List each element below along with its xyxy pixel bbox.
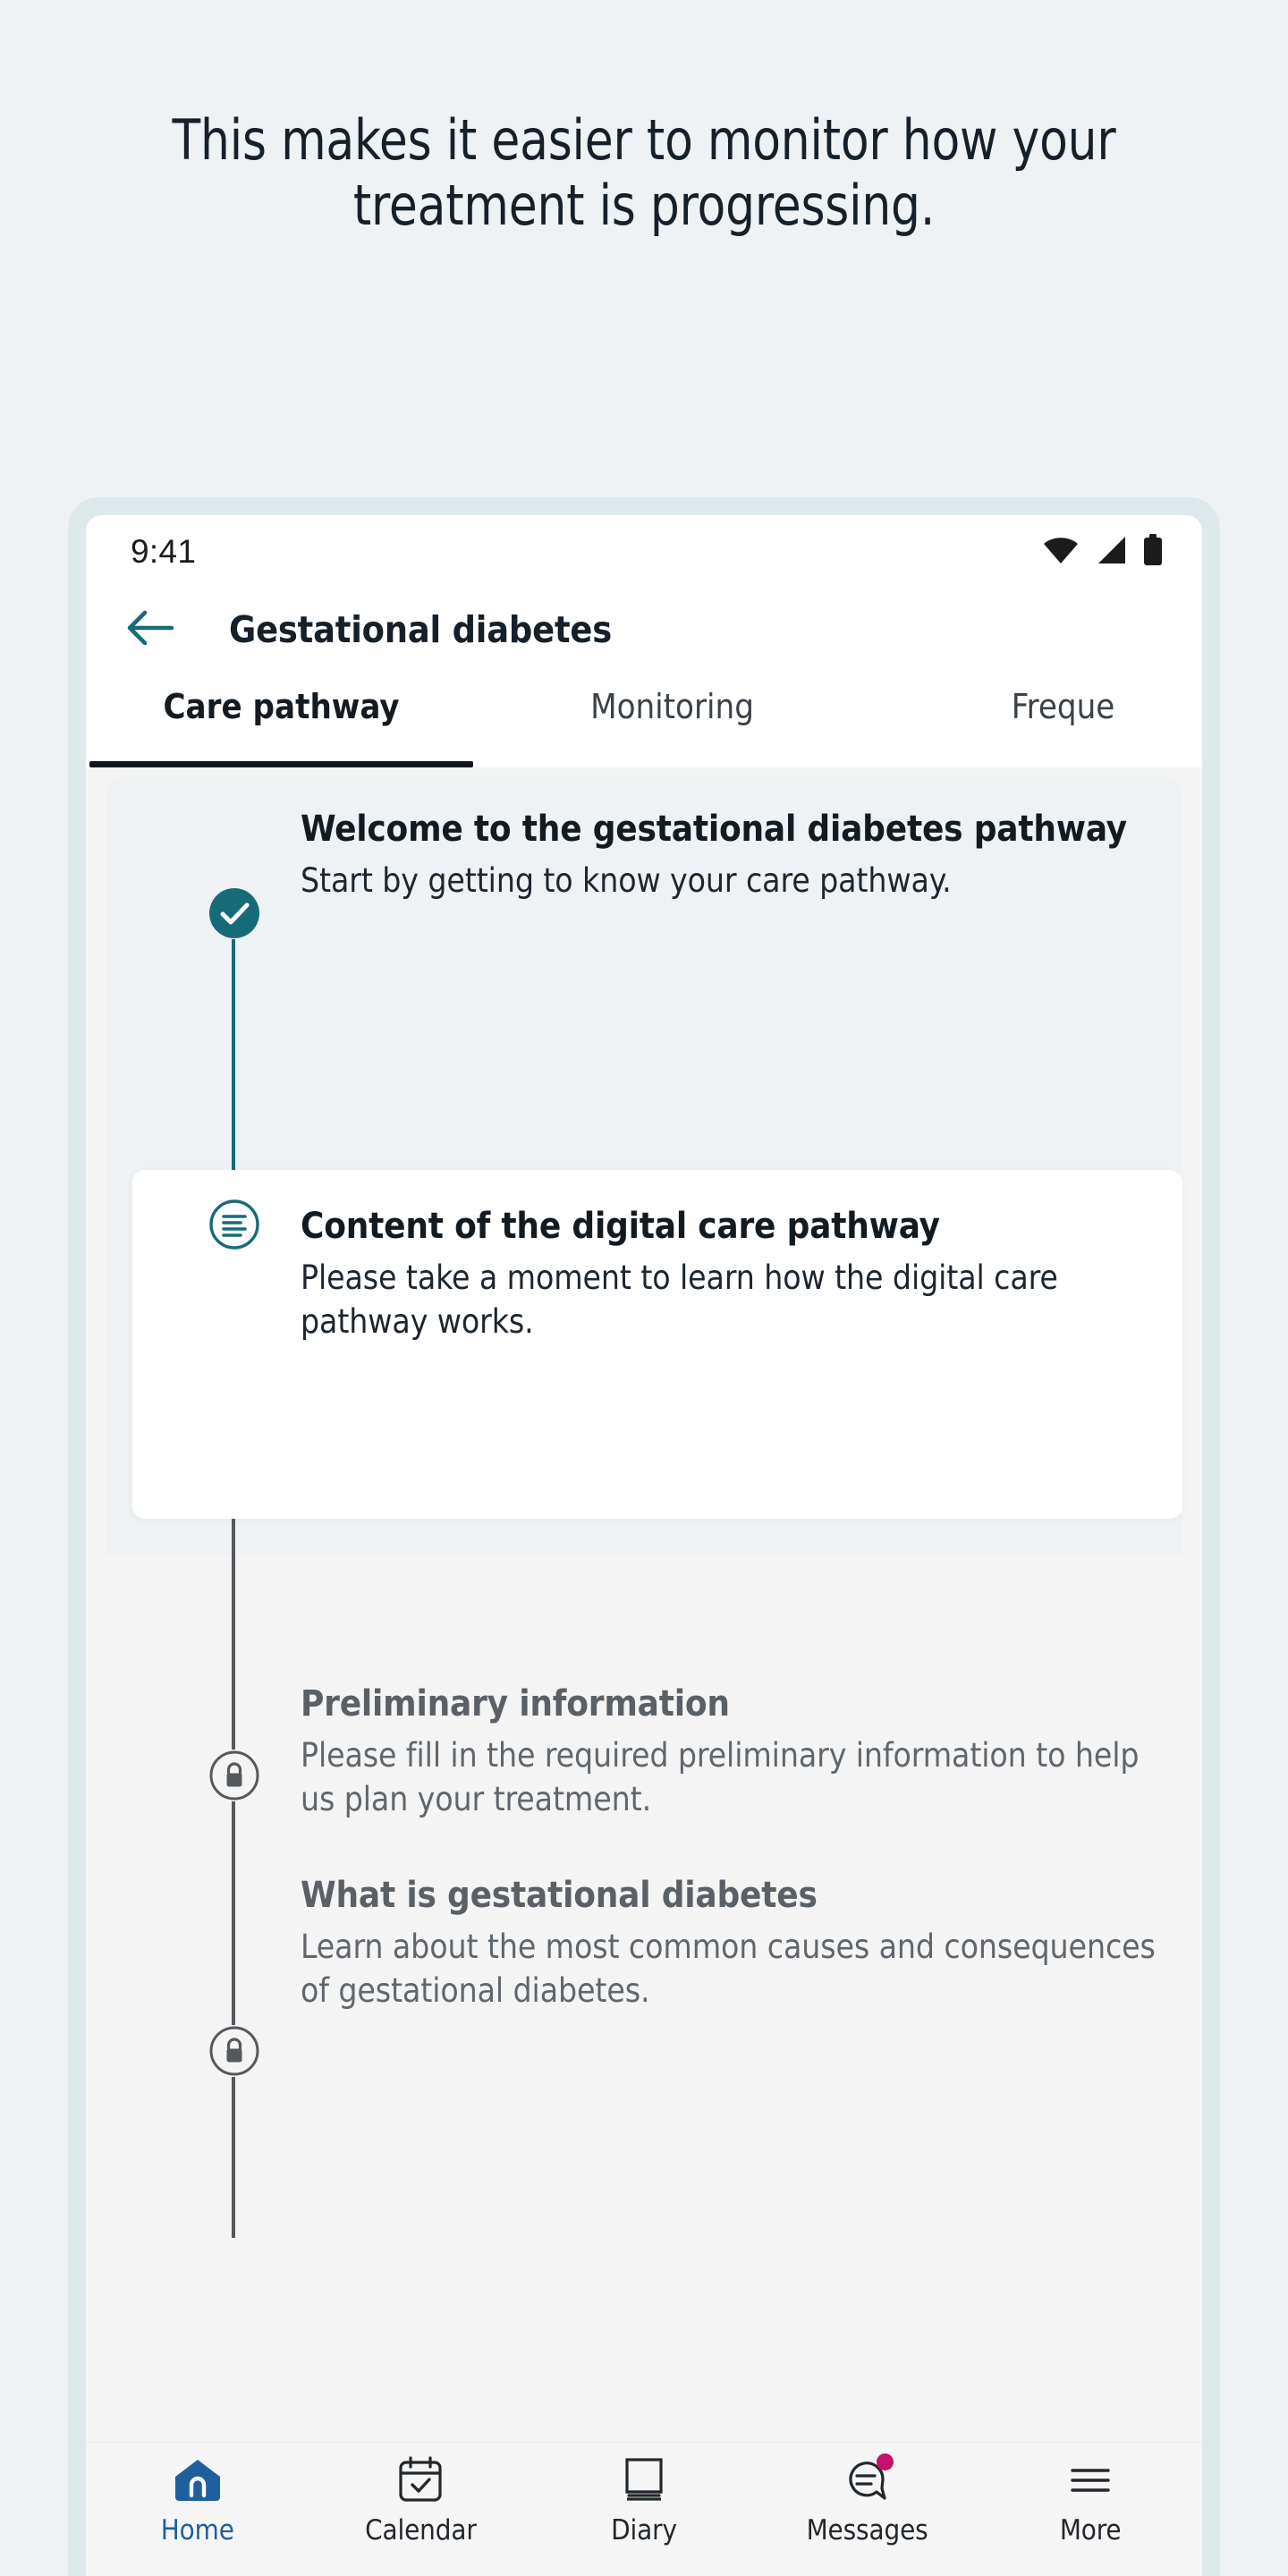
timeline-item-description: Please take a moment to learn how the di…	[301, 1258, 1058, 1342]
nav-item-label: Messages	[806, 2514, 928, 2546]
nav-item-messages[interactable]: Messages	[756, 2453, 979, 2546]
tab-monitoring[interactable]: Monitoring	[477, 671, 868, 767]
tab-bar: Care pathway Monitoring Freque	[86, 671, 1202, 767]
speech-bubble-icon	[840, 2453, 895, 2505]
cellular-signal-icon	[1096, 536, 1126, 568]
home-icon	[170, 2455, 225, 2505]
status-bar: 9:41	[86, 515, 1202, 589]
page-title: This makes it easier to monitor how your…	[172, 107, 1116, 239]
timeline-item-what-is-gestational-diabetes[interactable]: What is gestational diabetes Learn about…	[301, 1873, 1170, 2013]
wifi-icon	[1043, 536, 1079, 568]
status-bar-icons	[1043, 534, 1163, 570]
timeline-item-title: Welcome to the gestational diabetes path…	[301, 809, 1127, 850]
check-circle-icon	[208, 887, 260, 939]
nav-item-diary[interactable]: Diary	[532, 2455, 756, 2546]
app-bar-title: Gestational diabetes	[229, 608, 612, 651]
lock-icon	[208, 2025, 260, 2077]
tab-care-pathway[interactable]: Care pathway	[86, 671, 477, 767]
timeline-item-title: Content of the digital care pathway	[301, 1206, 940, 1247]
timeline-item-title: What is gestational diabetes	[301, 1875, 818, 1916]
tab-label: Care pathway	[163, 687, 400, 726]
nav-item-label: Home	[160, 2514, 234, 2546]
calendar-check-icon	[393, 2455, 448, 2505]
messages-unread-badge	[876, 2453, 894, 2470]
arrow-left-icon	[125, 608, 174, 651]
tab-frequently-asked[interactable]: Freque	[868, 671, 1202, 767]
phone-screen: 9:41 Gestational diabetes Care pathway M…	[86, 515, 1202, 2576]
battery-icon	[1143, 534, 1163, 570]
timeline-item-preliminary-information[interactable]: Preliminary information Please fill in t…	[301, 1682, 1170, 1822]
app-bar: Gestational diabetes	[86, 589, 1202, 671]
tab-label: Freque	[1011, 687, 1115, 726]
nav-item-home[interactable]: Home	[86, 2455, 309, 2546]
timeline-item-description: Please fill in the required preliminary …	[301, 1736, 1140, 1819]
timeline-connector-gray-3	[232, 2077, 235, 2238]
timeline-item-title: Preliminary information	[301, 1683, 730, 1724]
timeline-item-description: Start by getting to know your care pathw…	[301, 861, 952, 901]
timeline-item-description: Learn about the most common causes and c…	[301, 1928, 1156, 2011]
document-lines-icon	[208, 1199, 260, 1250]
timeline-item-content[interactable]: Content of the digital care pathway Plea…	[301, 1204, 1170, 1344]
nav-item-label: More	[1059, 2514, 1122, 2546]
nav-item-calendar[interactable]: Calendar	[309, 2455, 533, 2546]
hamburger-menu-icon	[1063, 2455, 1118, 2505]
care-pathway-content: Welcome to the gestational diabetes path…	[86, 767, 1202, 2442]
timeline-item-welcome[interactable]: Welcome to the gestational diabetes path…	[301, 807, 1170, 903]
tab-label: Monitoring	[590, 687, 754, 726]
phone-mockup-frame: 9:41 Gestational diabetes Care pathway M…	[68, 497, 1220, 2576]
timeline-connector-gray-1	[232, 1517, 235, 1750]
lock-icon	[208, 1750, 260, 1801]
book-icon	[616, 2455, 672, 2505]
nav-item-more[interactable]: More	[979, 2455, 1202, 2546]
timeline-connector-gray-2	[232, 1801, 235, 2025]
timeline-connector-teal-1	[232, 939, 235, 1199]
bottom-navigation-bar: Home Calendar Diary Messages More	[86, 2442, 1202, 2576]
nav-item-label: Calendar	[365, 2514, 477, 2546]
back-button[interactable]	[122, 602, 177, 657]
nav-item-label: Diary	[611, 2514, 677, 2546]
status-bar-time: 9:41	[131, 533, 197, 570]
